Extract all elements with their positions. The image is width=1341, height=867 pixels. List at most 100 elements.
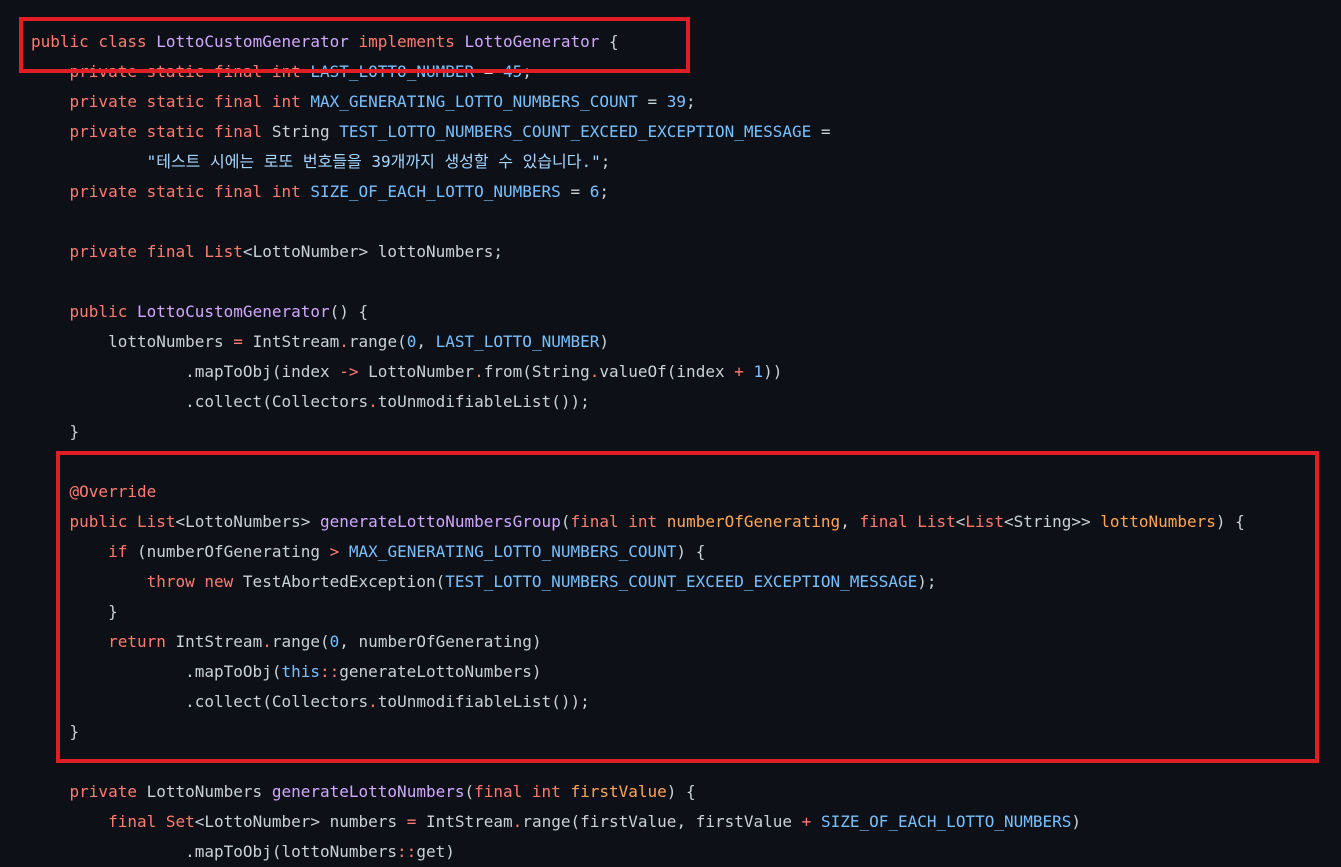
code-line: private static final int LAST_LOTTO_NUMB…	[31, 57, 1245, 87]
code-token: () {	[329, 302, 369, 321]
code-token: MAX_GENERATING_LOTTO_NUMBERS_COUNT	[348, 542, 677, 561]
code-token: <	[242, 242, 253, 261]
code-token: ;	[686, 92, 696, 111]
code-token: final int	[570, 512, 667, 531]
code-token: =	[811, 122, 831, 141]
code-line: .collect(Collectors.toUnmodifiableList()…	[31, 387, 1245, 417]
code-token: >	[329, 542, 340, 561]
code-line: }	[31, 597, 1245, 627]
code-token: List	[136, 512, 176, 531]
code-line: private static final String TEST_LOTTO_N…	[31, 117, 1245, 147]
code-token: <	[1003, 512, 1014, 531]
code-token: +	[801, 812, 812, 831]
code-token: =	[474, 62, 504, 81]
code-token: lottoNumbers;	[377, 242, 504, 261]
code-line: private final List<LottoNumber> lottoNum…	[31, 237, 1245, 267]
code-line: .collect(Collectors.toUnmodifiableList()…	[31, 687, 1245, 717]
code-token: =	[406, 812, 417, 831]
code-token: <	[175, 512, 186, 531]
code-token: LottoNumber	[204, 812, 311, 831]
code-token: range(	[271, 632, 330, 651]
code-token: .collect(Collectors	[31, 692, 369, 711]
code-token: ))	[763, 362, 783, 381]
code-token: private static final int	[31, 182, 311, 201]
code-token: private static final int	[31, 92, 311, 111]
code-token: ;	[599, 182, 609, 201]
code-token: List	[965, 512, 1004, 531]
code-line: throw new TestAbortedException(TEST_LOTT…	[31, 567, 1245, 597]
code-token: .mapToObj(	[31, 662, 282, 681]
code-token: LottoCustomGenerator	[136, 302, 330, 321]
code-token: );	[917, 572, 937, 591]
code-token: private static final	[31, 122, 272, 141]
code-token: LottoNumbers	[185, 512, 301, 531]
code-token: {	[599, 32, 619, 51]
code-token: LottoGenerator	[464, 32, 600, 51]
code-token: (numberOfGenerating	[136, 542, 330, 561]
code-token: @Override	[69, 482, 157, 501]
code-token: generateLottoNumbers	[271, 782, 465, 801]
code-token: List	[204, 242, 243, 261]
code-token: 1	[753, 362, 764, 381]
code-line: }	[31, 417, 1245, 447]
code-token: generateLottoNumbersGroup	[320, 512, 561, 531]
code-token: 45	[503, 62, 523, 81]
code-token: return	[31, 632, 176, 651]
code-token: String	[1013, 512, 1072, 531]
code-token: 0	[406, 332, 417, 351]
code-token: )	[1071, 812, 1082, 831]
code-token: ) {	[666, 782, 696, 801]
code-token: >	[358, 242, 378, 261]
code-token: )	[599, 332, 610, 351]
code-token: .	[512, 812, 523, 831]
code-token: }	[31, 602, 118, 621]
code-token: MAX_GENERATING_LOTTO_NUMBERS_COUNT	[310, 92, 638, 111]
code-token: public	[31, 302, 137, 321]
code-token: .	[339, 332, 349, 351]
code-token: <	[194, 812, 205, 831]
code-token: ;	[600, 152, 611, 171]
code-line: private LottoNumbers generateLottoNumber…	[31, 777, 1245, 807]
code-token: <	[955, 512, 966, 531]
code-token: public class	[31, 32, 157, 51]
code-token: numbers	[329, 812, 407, 831]
code-token: LAST_LOTTO_NUMBER	[435, 332, 600, 351]
code-token: firstValue	[570, 782, 667, 801]
code-token: LAST_LOTTO_NUMBER	[310, 62, 475, 81]
code-token: =	[560, 182, 590, 201]
code-token: TEST_LOTTO_NUMBERS_COUNT_EXCEED_EXCEPTIO…	[339, 122, 812, 141]
code-token: >	[310, 812, 330, 831]
code-line: return IntStream.range(0, numberOfGenera…	[31, 627, 1245, 657]
code-token: ->	[339, 362, 359, 381]
code-token: IntStream	[175, 632, 263, 651]
code-token: LottoNumbers	[146, 782, 272, 801]
code-line: lottoNumbers = IntStream.range(0, LAST_L…	[31, 327, 1245, 357]
code-token: ::	[319, 662, 340, 681]
code-token: }	[31, 722, 80, 741]
code-token: this	[281, 662, 320, 681]
code-token: throw new	[31, 572, 243, 591]
code-token: .collect(Collectors	[31, 392, 369, 411]
code-line: .mapToObj(this::generateLottoNumbers)	[31, 657, 1245, 687]
code-token: ::	[397, 842, 417, 861]
code-token: .	[368, 692, 378, 711]
code-token: LottoNumber	[358, 362, 475, 381]
code-token: IntStream	[416, 812, 513, 831]
code-token: toUnmodifiableList());	[377, 692, 590, 711]
code-token: IntStream	[242, 332, 340, 351]
code-token: ,	[416, 332, 436, 351]
code-token: private final	[31, 242, 205, 261]
code-token: ) {	[676, 542, 706, 561]
code-token: =	[637, 92, 667, 111]
code-token: final	[859, 512, 918, 531]
code-line: private static final int MAX_GENERATING_…	[31, 87, 1245, 117]
code-token: final	[31, 812, 166, 831]
code-token: numberOfGenerating	[666, 512, 841, 531]
code-token: final int	[474, 782, 571, 801]
code-block: public class LottoCustomGenerator implem…	[31, 27, 1245, 867]
